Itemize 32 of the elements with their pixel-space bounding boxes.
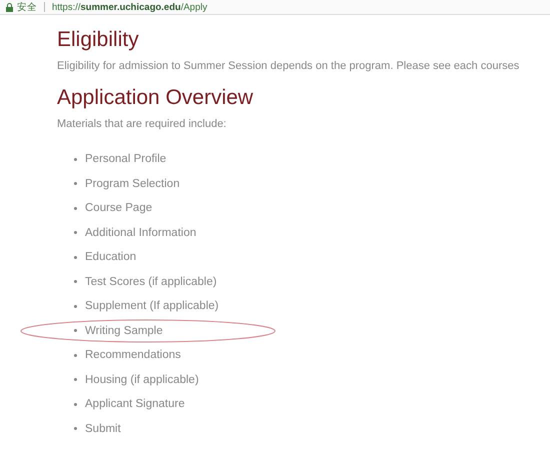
address-bar[interactable]: 安全 https://summer.uchicago.edu/Apply [0, 0, 550, 15]
lock-icon [6, 2, 13, 12]
list-item: Applicant Signature [85, 398, 185, 410]
bullet-icon [74, 158, 77, 161]
list-item: Supplement (If applicable) [85, 300, 219, 312]
bullet-icon [74, 256, 77, 259]
list-item: Submit [85, 422, 121, 435]
list-item: Writing Sample [85, 324, 163, 337]
section-heading: Application Overview [57, 85, 254, 111]
bullet-icon [74, 402, 77, 406]
section-heading: Eligibility [57, 27, 140, 53]
bullet-icon [74, 329, 77, 332]
bullet-icon [74, 206, 77, 210]
list-item: Course Page [85, 202, 152, 214]
list-item: Additional Information [85, 226, 196, 239]
section-text: Eligibility for admission to Summer Session depends on the program. Please see each courses [57, 59, 520, 73]
bullet-icon [74, 280, 77, 284]
list-item: Test Scores (if applicable) [85, 276, 217, 288]
list-item: Personal Profile [85, 153, 166, 166]
bullet-icon [74, 182, 77, 186]
list-item: Housing (if applicable) [85, 374, 199, 386]
security-label: 安全 [17, 0, 37, 14]
bullet-icon [74, 427, 77, 430]
bullet-icon [74, 354, 77, 357]
section-text: Materials that are required include: [57, 117, 228, 131]
bullet-icon [74, 304, 77, 308]
url-text[interactable]: https://summer.uchicago.edu/Apply [52, 2, 208, 12]
list-item: Education [85, 251, 136, 264]
bullet-icon [74, 378, 77, 382]
list-item: Recommendations [85, 349, 181, 362]
bullet-icon [74, 231, 77, 234]
list-item: Program Selection [85, 178, 180, 190]
